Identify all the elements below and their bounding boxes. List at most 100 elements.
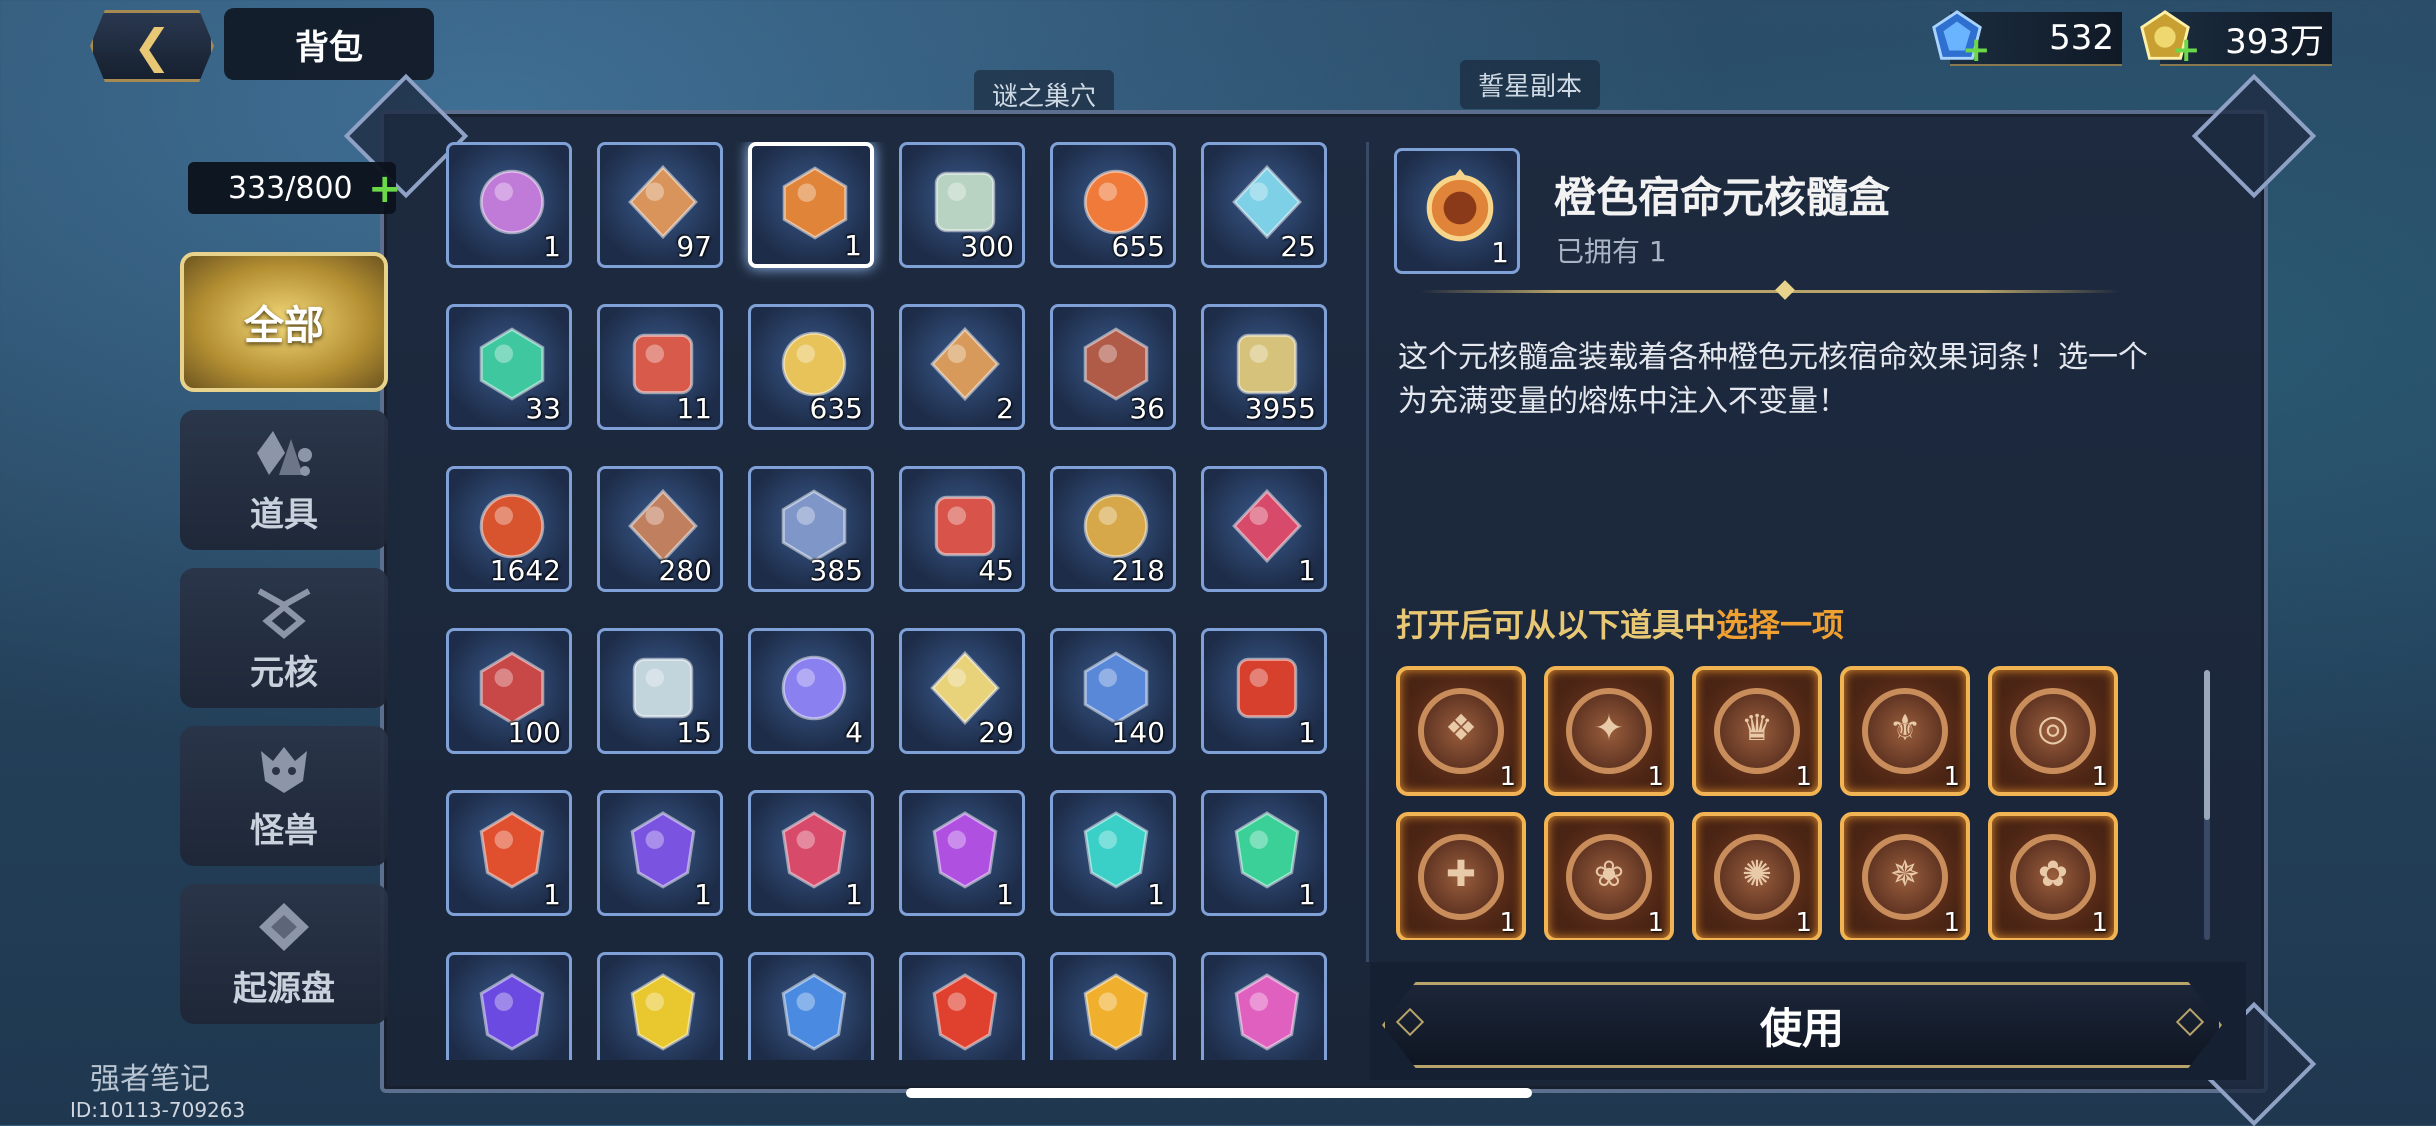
inventory-slot[interactable]: 1 (899, 790, 1025, 916)
inventory-slot[interactable]: 300 (899, 142, 1025, 268)
item-count: 655 (1111, 230, 1165, 263)
items-icon (257, 430, 312, 476)
item-count: 1 (844, 229, 862, 262)
inventory-slot[interactable]: 100 (446, 628, 572, 754)
item-count: 1 (1298, 716, 1316, 749)
inventory-slot[interactable] (597, 952, 723, 1060)
panel-divider (1366, 142, 1369, 962)
tab-core[interactable]: 元核 (180, 568, 388, 708)
user-id: ID:10113-709263 (70, 1098, 246, 1122)
option-count: 1 (1647, 762, 1664, 792)
reward-option[interactable]: ✺ 1 (1692, 812, 1822, 940)
item-count: 1 (543, 230, 561, 263)
item-count: 1 (1147, 878, 1165, 911)
selected-item-icon: 1 (1394, 148, 1520, 274)
inventory-slot[interactable] (1050, 952, 1176, 1060)
inventory-slot[interactable]: 280 (597, 466, 723, 592)
reward-option[interactable]: ⚜ 1 (1840, 666, 1970, 796)
use-button[interactable]: 使用 (1382, 982, 2222, 1068)
option-count: 1 (1795, 762, 1812, 792)
reward-option[interactable]: ❖ 1 (1396, 666, 1526, 796)
item-name: 橙色宿命元核髓盒 (1554, 173, 1891, 222)
inventory-slot[interactable]: 36 (1050, 304, 1176, 430)
option-glyph: ✿ (2037, 854, 2069, 895)
coin-amount: 393万 (2225, 21, 2324, 62)
reward-option[interactable]: ✿ 1 (1988, 812, 2118, 940)
inventory-slot[interactable]: 2 (899, 304, 1025, 430)
inventory-slot[interactable]: 385 (748, 466, 874, 592)
item-count: 1 (694, 878, 712, 911)
inventory-slot[interactable]: 25 (1201, 142, 1327, 268)
tab-label: 起源盘 (233, 968, 335, 1009)
expand-capacity-button[interactable]: + (368, 166, 402, 212)
tab-label: 元核 (250, 652, 318, 693)
item-count: 280 (658, 554, 712, 587)
inventory-slot[interactable]: 1 (1050, 790, 1176, 916)
item-count: 1 (1298, 554, 1316, 587)
back-button[interactable]: ❮ (90, 10, 214, 82)
choice-hint: 打开后可从以下道具中选择一项 (1396, 600, 1844, 646)
tab-all[interactable]: 全部 (180, 252, 388, 392)
inventory-slot[interactable]: 33 (446, 304, 572, 430)
reward-option[interactable]: ✵ 1 (1840, 812, 1970, 940)
item-count: 635 (809, 392, 863, 425)
inventory-slot[interactable]: 1 (1201, 628, 1327, 754)
inventory-slot[interactable]: 15 (597, 628, 723, 754)
inventory-slot[interactable]: 45 (899, 466, 1025, 592)
inventory-slot[interactable]: 655 (1050, 142, 1176, 268)
item-count: 385 (809, 554, 863, 587)
inventory-slot[interactable] (899, 952, 1025, 1060)
inventory-slot[interactable]: 218 (1050, 466, 1176, 592)
inventory-slot[interactable]: 1 (1201, 466, 1327, 592)
inventory-slot[interactable]: 3955 (1201, 304, 1327, 430)
item-description: 这个元核髓盒装载着各种橙色元核宿命效果词条！选一个为充满变量的熔炼中注入不变量！ (1398, 340, 2148, 419)
inventory-slot[interactable]: 1642 (446, 466, 572, 592)
item-count: 1 (1298, 878, 1316, 911)
option-count: 1 (1795, 908, 1812, 938)
background-label: 誓星副本 (1460, 60, 1601, 109)
inventory-slot[interactable]: 1 (446, 142, 572, 268)
capacity-counter: 333/800 (188, 162, 396, 214)
inventory-slot[interactable]: 97 (597, 142, 723, 268)
item-grid: 1 97 1 300 655 25 33 11 635 2 36 3955 1642 280 385 45 21… (446, 142, 1332, 1060)
scarlet-gem-core-icon (932, 973, 998, 1051)
item-count: 97 (676, 230, 712, 263)
tab-monster[interactable]: 怪兽 (180, 726, 388, 866)
inventory-slot[interactable] (748, 952, 874, 1060)
option-count: 1 (1943, 762, 1960, 792)
option-glyph: ⚜ (1888, 708, 1922, 749)
reward-option[interactable]: ❀ 1 (1544, 812, 1674, 940)
option-glyph: ✚ (1445, 854, 1477, 895)
add-gem-button[interactable]: + (1962, 30, 1991, 70)
option-count: 1 (1943, 908, 1960, 938)
item-count: 1 (1491, 236, 1509, 269)
item-count: 3955 (1244, 392, 1316, 425)
background-label: 强者笔记 (90, 1062, 210, 1097)
inventory-slot[interactable]: 1 (748, 142, 874, 268)
home-indicator[interactable] (906, 1088, 1532, 1098)
inventory-slot[interactable]: 11 (597, 304, 723, 430)
option-scrollbar-thumb[interactable] (2204, 670, 2210, 820)
item-count: 11 (676, 392, 712, 425)
reward-option[interactable]: ◎ 1 (1988, 666, 2118, 796)
inventory-slot[interactable]: 1 (446, 790, 572, 916)
inventory-slot[interactable]: 140 (1050, 628, 1176, 754)
option-list: ❖ 1 ✦ 1 ♛ 1 ⚜ 1 ◎ 1 ✚ 1 ❀ 1 ✺ 1 ✵ 1 ✿ 1 (1396, 666, 2136, 940)
item-count: 33 (525, 392, 561, 425)
inventory-slot[interactable]: 635 (748, 304, 874, 430)
reward-option[interactable]: ✚ 1 (1396, 812, 1526, 940)
inventory-slot[interactable] (1201, 952, 1327, 1060)
inventory-slot[interactable]: 1 (1201, 790, 1327, 916)
reward-option[interactable]: ♛ 1 (1692, 666, 1822, 796)
option-count: 1 (2091, 908, 2108, 938)
inventory-slot[interactable] (446, 952, 572, 1060)
inventory-slot[interactable]: 4 (748, 628, 874, 754)
inventory-slot[interactable]: 1 (748, 790, 874, 916)
inventory-slot[interactable]: 29 (899, 628, 1025, 754)
add-coin-button[interactable]: + (2172, 30, 2201, 70)
monster-icon (261, 746, 307, 793)
tab-origin-disc[interactable]: 起源盘 (180, 884, 388, 1024)
tab-items[interactable]: 道具 (180, 410, 388, 550)
inventory-slot[interactable]: 1 (597, 790, 723, 916)
reward-option[interactable]: ✦ 1 (1544, 666, 1674, 796)
